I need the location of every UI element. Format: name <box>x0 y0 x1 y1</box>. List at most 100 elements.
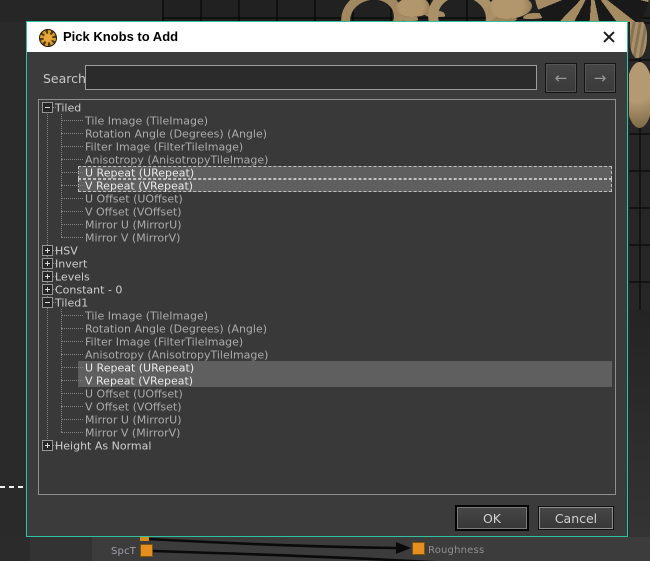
tree-item[interactable]: Constant - 0 <box>39 283 615 296</box>
tree-item[interactable]: Anisotropy (AnisotropyTileImage) <box>39 348 615 361</box>
tree-item[interactable]: Height As Normal <box>39 439 615 452</box>
tree-item-label: Mirror V (MirrorV) <box>85 426 180 439</box>
spct-port[interactable] <box>140 544 153 557</box>
tree-item[interactable]: HSV <box>39 244 615 257</box>
tree-item[interactable]: V Repeat (VRepeat) <box>39 179 615 192</box>
tree-item-label: V Repeat (VRepeat) <box>85 374 193 387</box>
screen: SpcT Roughness Pick Knobs to Add Search … <box>0 0 650 561</box>
expander-plus-icon[interactable] <box>42 271 53 282</box>
tree-item[interactable]: Tile Image (TileImage) <box>39 114 615 127</box>
expander-plus-icon[interactable] <box>42 440 53 451</box>
tree-item[interactable]: Anisotropy (AnisotropyTileImage) <box>39 153 615 166</box>
search-input[interactable] <box>85 65 537 90</box>
tree-item[interactable]: Rotation Angle (Degrees) (Angle) <box>39 127 615 140</box>
texture-thumbnail <box>534 0 650 22</box>
tree-branch-line <box>61 328 83 329</box>
search-next-button[interactable]: → <box>584 63 616 93</box>
pick-knobs-dialog: Pick Knobs to Add Search ← → TiledTile I… <box>26 21 628 537</box>
expander-plus-icon[interactable] <box>42 284 53 295</box>
tree-item-label: Levels <box>55 270 90 283</box>
tree-item[interactable]: Mirror U (MirrorU) <box>39 218 615 231</box>
tree-item-label: Mirror V (MirrorV) <box>85 231 180 244</box>
tree-item[interactable]: Mirror V (MirrorV) <box>39 426 615 439</box>
tree-item-label: Rotation Angle (Degrees) (Angle) <box>85 322 267 335</box>
node-graph-bottom: SpcT Roughness <box>0 537 650 561</box>
texture-thumbnail <box>396 0 430 17</box>
tree-branch-line <box>61 367 83 368</box>
left-arrow-icon: ← <box>555 69 568 87</box>
tree-item-label: Height As Normal <box>55 439 151 452</box>
knob-tree-rows: TiledTile Image (TileImage)Rotation Angl… <box>39 100 615 494</box>
tree-item[interactable]: Mirror U (MirrorU) <box>39 413 615 426</box>
selected-wire-dashed <box>0 486 26 488</box>
ok-button[interactable]: OK <box>455 505 529 531</box>
tree-item-label: V Repeat (VRepeat) <box>85 179 193 192</box>
tree-branch-line <box>61 133 83 134</box>
tree-branch-line <box>61 419 83 420</box>
tree-item-label: Invert <box>55 257 87 270</box>
background-panel <box>0 0 162 22</box>
expander-minus-icon[interactable] <box>42 297 53 308</box>
tree-item-label: U Offset (UOffset) <box>85 387 183 400</box>
node-wires <box>0 537 650 561</box>
tree-item-label: Constant - 0 <box>55 283 122 296</box>
expander-plus-icon[interactable] <box>42 258 53 269</box>
tree-item[interactable]: Tiled <box>39 101 615 114</box>
tree-branch-line <box>61 224 83 225</box>
tree-item-label: U Repeat (URepeat) <box>85 361 194 374</box>
tree-item[interactable]: Levels <box>39 270 615 283</box>
tree-item-label: Tile Image (TileImage) <box>85 114 208 127</box>
cancel-button[interactable]: Cancel <box>538 506 614 530</box>
expander-plus-icon[interactable] <box>42 245 53 256</box>
tree-item-label: V Offset (VOffset) <box>85 400 182 413</box>
tree-item-label: Anisotropy (AnisotropyTileImage) <box>85 348 268 361</box>
tree-item-label: Tiled <box>55 101 81 114</box>
tree-item-label: Mirror U (MirrorU) <box>85 218 182 231</box>
tree-item[interactable]: Invert <box>39 257 615 270</box>
tree-item[interactable]: U Offset (UOffset) <box>39 387 615 400</box>
expander-minus-icon[interactable] <box>42 102 53 113</box>
knob-tree: TiledTile Image (TileImage)Rotation Angl… <box>38 99 616 495</box>
tree-branch-line <box>61 354 83 355</box>
node-graph-grid-top <box>162 0 650 22</box>
nuke-app-icon <box>39 29 57 47</box>
tree-item[interactable]: Rotation Angle (Degrees) (Angle) <box>39 322 615 335</box>
wire-arrow-icon <box>396 542 411 554</box>
tree-item[interactable]: V Offset (VOffset) <box>39 205 615 218</box>
close-icon[interactable] <box>601 29 618 46</box>
tree-branch-line <box>61 315 83 316</box>
tree-branch-line <box>61 172 83 173</box>
tree-item[interactable]: Filter Image (FilterTileImage) <box>39 335 615 348</box>
tree-item-label: V Offset (VOffset) <box>85 205 182 218</box>
tree-branch-line <box>61 120 83 121</box>
tree-branch-line <box>61 185 83 186</box>
tree-item-label: Tiled1 <box>55 296 88 309</box>
tree-branch-line <box>61 380 83 381</box>
search-prev-button[interactable]: ← <box>545 63 577 93</box>
tree-branch-line <box>61 211 83 212</box>
tree-item[interactable]: Tiled1 <box>39 296 615 309</box>
tree-item-label: Mirror U (MirrorU) <box>85 413 182 426</box>
tree-item-label: Filter Image (FilterTileImage) <box>85 140 243 153</box>
dialog-titlebar[interactable]: Pick Knobs to Add <box>27 22 627 52</box>
tree-branch-line <box>61 393 83 394</box>
tree-item[interactable]: V Repeat (VRepeat) <box>39 374 615 387</box>
texture-thumbnail <box>629 62 650 128</box>
tree-item[interactable]: U Repeat (URepeat) <box>39 166 615 179</box>
tree-item-label: HSV <box>55 244 78 257</box>
tree-item-label: U Offset (UOffset) <box>85 192 183 205</box>
tree-item[interactable]: Filter Image (FilterTileImage) <box>39 140 615 153</box>
dialog-title: Pick Knobs to Add <box>63 29 178 44</box>
tree-item[interactable]: Tile Image (TileImage) <box>39 309 615 322</box>
node-port[interactable] <box>140 537 149 541</box>
tree-item[interactable]: U Offset (UOffset) <box>39 192 615 205</box>
tree-branch-line <box>61 341 83 342</box>
node-title: Roughness <box>428 545 484 556</box>
tree-item-label: Anisotropy (AnisotropyTileImage) <box>85 153 268 166</box>
tree-item[interactable]: V Offset (VOffset) <box>39 400 615 413</box>
port-label: SpcT <box>111 546 136 557</box>
tree-item[interactable]: U Repeat (URepeat) <box>39 361 615 374</box>
tree-item-label: U Repeat (URepeat) <box>85 166 194 179</box>
tree-item[interactable]: Mirror V (MirrorV) <box>39 231 615 244</box>
roughness-port[interactable] <box>412 542 425 555</box>
